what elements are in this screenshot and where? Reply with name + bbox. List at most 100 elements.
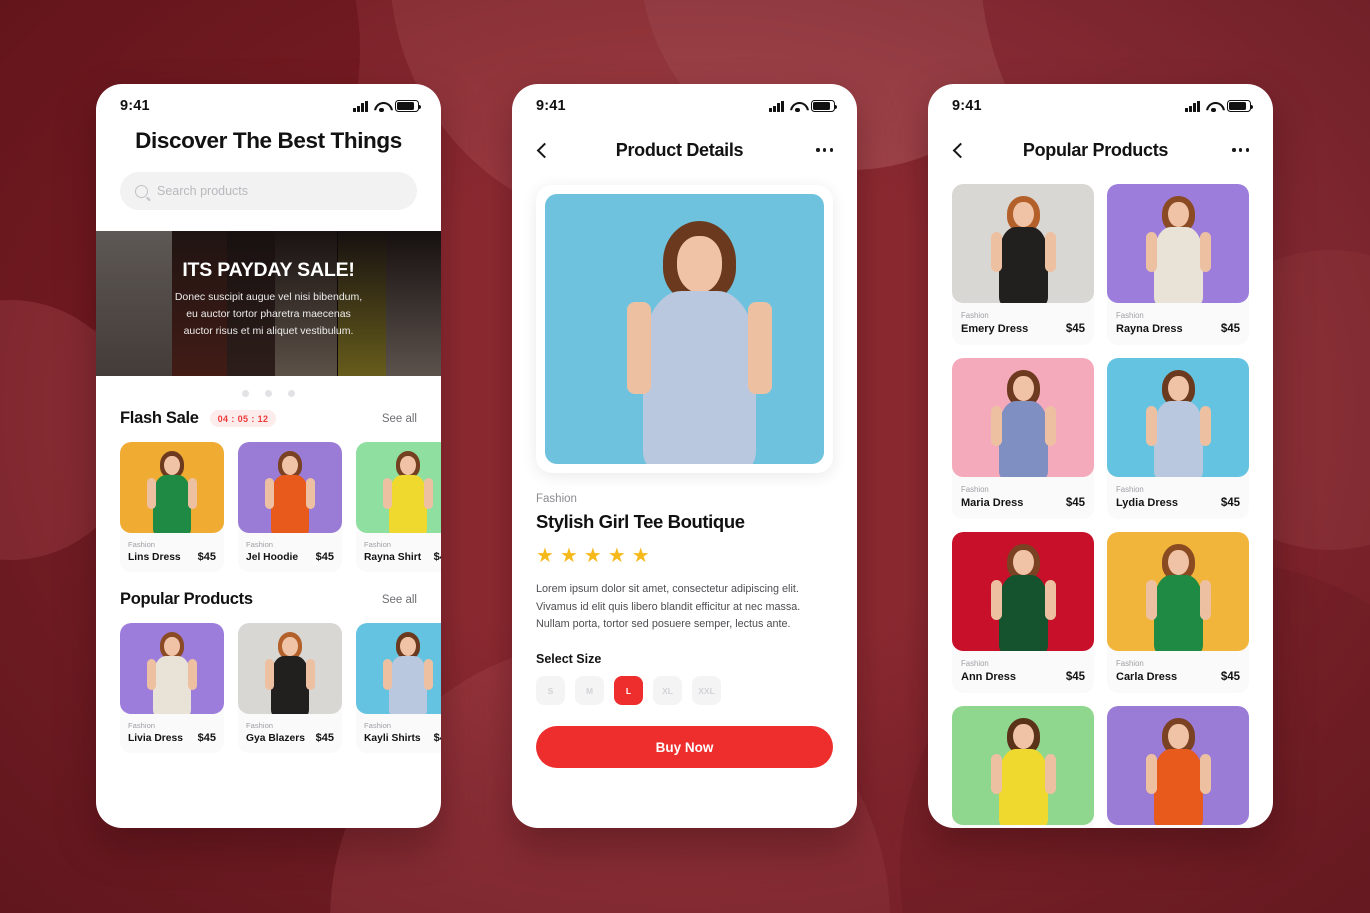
product-price: $45 <box>1065 671 1085 683</box>
product-thumbnail[interactable] <box>1107 706 1249 825</box>
product-category: Fashion <box>1116 659 1144 668</box>
product-name: Stylish Girl Tee Boutique <box>536 511 745 532</box>
star-icon: ★ <box>559 545 578 567</box>
signal-icon <box>769 100 784 112</box>
product-price: $45 <box>197 551 216 563</box>
banner-subtitle: Donec suscipit augue vel nisi bibendum, … <box>124 289 413 340</box>
product-meta: Fashion Rayna Shirt $45 <box>356 533 441 572</box>
product-thumbnail[interactable] <box>1107 532 1249 651</box>
product-thumbnail[interactable] <box>952 532 1094 651</box>
product-name: Rayna Shirt <box>364 552 422 563</box>
size-selector[interactable]: S M L XL XXL <box>536 676 833 706</box>
nav-title: Product Details <box>615 139 744 160</box>
star-icon: ★ <box>607 545 626 567</box>
phone-screen-home: 9:41 Discover The Best Things Search pro… <box>96 84 441 828</box>
carousel-dot[interactable] <box>288 390 295 397</box>
product-card[interactable]: Fashion Lydia Dress $45 <box>1107 358 1249 519</box>
size-label: Select Size <box>536 652 602 667</box>
section-title: Flash Sale <box>120 409 199 427</box>
popular-products-list[interactable]: Fashion Livia Dress $45 Fashion Gya Blazers $… <box>96 609 441 753</box>
more-options-icon[interactable] <box>1225 148 1249 152</box>
size-option-xxl[interactable]: XXL <box>692 676 721 706</box>
product-card[interactable]: Fashion Gya Blazers $45 <box>238 623 342 753</box>
product-card[interactable]: Fashion Ann Dress $45 <box>952 532 1094 693</box>
banner-line-1: Donec suscipit augue vel nisi bibendum, <box>174 291 363 303</box>
product-card[interactable]: Fashion Kayli Shirts $45 <box>356 623 441 753</box>
product-meta: Fashion Lins Dress $45 <box>120 533 224 572</box>
size-option-l[interactable]: L <box>614 676 643 706</box>
product-meta: Fashion <box>952 825 1094 828</box>
product-card[interactable]: Fashion Emery Dress $45 <box>952 184 1094 345</box>
product-thumbnail[interactable] <box>238 442 342 533</box>
banner-line-3: auctor risus et mi aliquet vestibulum. <box>183 325 354 337</box>
product-photo <box>952 706 1094 825</box>
product-category: Fashion <box>364 540 392 549</box>
rating-stars: ★ ★ ★ ★ ★ <box>536 546 833 566</box>
status-icons <box>353 100 422 113</box>
carousel-dot[interactable] <box>242 390 249 397</box>
product-meta: Fashion Maria Dress $45 <box>952 477 1094 519</box>
product-category: Fashion <box>536 493 577 505</box>
product-name: Emery Dress <box>961 323 1029 335</box>
carousel-dots[interactable] <box>96 376 441 399</box>
status-icons <box>1185 100 1254 113</box>
product-card[interactable]: Fashion Jel Hoodie $45 <box>238 442 342 572</box>
product-price: $45 <box>1065 497 1085 509</box>
size-option-s[interactable]: S <box>536 676 565 706</box>
see-all-popular[interactable]: See all <box>382 594 417 606</box>
product-card[interactable]: Fashion Livia Dress $45 <box>120 623 224 753</box>
product-price: $45 <box>433 732 441 744</box>
product-thumbnail[interactable] <box>120 623 224 714</box>
product-meta: Fashion Rayna Dress $45 <box>1107 303 1249 345</box>
page-title: Discover The Best Things <box>135 128 402 153</box>
popular-products-header: Popular Products See all <box>96 572 441 609</box>
product-name: Lydia Dress <box>1116 497 1178 509</box>
size-option-m[interactable]: M <box>575 676 604 706</box>
product-name: Jel Hoodie <box>246 552 299 563</box>
product-thumbnail[interactable] <box>952 184 1094 303</box>
product-photo <box>238 442 342 533</box>
product-photo <box>356 623 441 714</box>
product-thumbnail[interactable] <box>1107 184 1249 303</box>
product-thumbnail[interactable] <box>356 442 441 533</box>
wifi-icon <box>790 101 805 113</box>
product-photo <box>952 184 1094 303</box>
product-card[interactable]: Fashion <box>1107 706 1249 828</box>
product-card[interactable]: Fashion Maria Dress $45 <box>952 358 1094 519</box>
product-description: Lorem ipsum dolor sit amet, consectetur … <box>536 581 833 634</box>
battery-icon <box>395 100 422 112</box>
product-photo <box>952 532 1094 651</box>
status-time: 9:41 <box>120 98 150 114</box>
product-name: Gya Blazers <box>246 733 305 744</box>
size-option-xl[interactable]: XL <box>653 676 682 706</box>
product-price: $45 <box>1220 323 1240 335</box>
product-meta: Fashion Carla Dress $45 <box>1107 651 1249 693</box>
product-card[interactable]: Fashion Rayna Shirt $45 <box>356 442 441 572</box>
product-grid[interactable]: Fashion Emery Dress $45 Fashion Rayna Dress $… <box>928 168 1273 828</box>
see-all-flash-sale[interactable]: See all <box>382 413 417 425</box>
banner-content: ITS PAYDAY SALE! Donec suscipit augue ve… <box>96 231 441 340</box>
search-input[interactable]: Search products <box>120 172 417 210</box>
buy-now-button[interactable]: Buy Now <box>536 726 833 769</box>
description-line-1: Lorem ipsum dolor sit amet, consectetur … <box>536 583 799 595</box>
more-options-icon[interactable] <box>809 148 833 152</box>
product-card[interactable]: Fashion Lins Dress $45 <box>120 442 224 572</box>
product-thumbnail[interactable] <box>356 623 441 714</box>
product-thumbnail[interactable] <box>952 358 1094 477</box>
product-photo <box>1107 184 1249 303</box>
product-category: Fashion <box>128 721 156 730</box>
product-card[interactable]: Fashion Rayna Dress $45 <box>1107 184 1249 345</box>
flash-sale-list[interactable]: Fashion Lins Dress $45 Fashion Jel Hoodie $45… <box>96 428 441 572</box>
promo-banner[interactable]: ITS PAYDAY SALE! Donec suscipit augue ve… <box>96 231 441 376</box>
product-thumbnail[interactable] <box>238 623 342 714</box>
product-thumbnail[interactable] <box>1107 358 1249 477</box>
product-card[interactable]: Fashion <box>952 706 1094 828</box>
product-photo <box>120 623 224 714</box>
product-photo <box>952 358 1094 477</box>
product-card[interactable]: Fashion Carla Dress $45 <box>1107 532 1249 693</box>
product-thumbnail[interactable] <box>120 442 224 533</box>
signal-icon <box>1185 100 1200 112</box>
product-thumbnail[interactable] <box>952 706 1094 825</box>
carousel-dot[interactable] <box>265 390 272 397</box>
product-image[interactable] <box>545 194 824 464</box>
